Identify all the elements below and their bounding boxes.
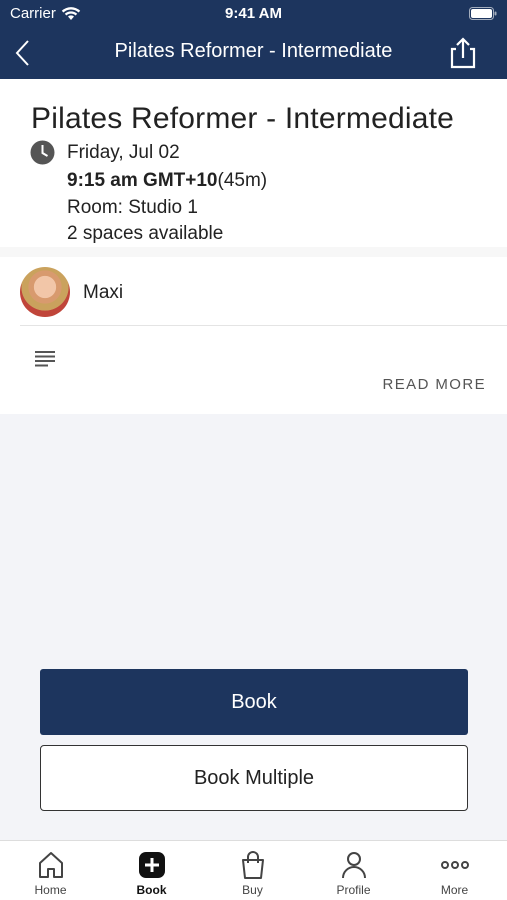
class-time-row: 9:15 am GMT+10(45m) xyxy=(67,170,267,192)
read-more-link[interactable]: READ MORE xyxy=(383,376,486,393)
section-divider xyxy=(0,247,507,257)
tab-buy[interactable]: Buy xyxy=(202,841,303,900)
person-icon xyxy=(341,852,366,879)
tab-bar: Home Book Buy Profile More xyxy=(0,840,507,900)
tab-label: Book xyxy=(136,883,167,897)
back-button[interactable] xyxy=(8,36,40,70)
class-room: Room: Studio 1 xyxy=(67,197,198,218)
book-button[interactable]: Book xyxy=(40,669,468,735)
tab-label: Buy xyxy=(242,883,263,897)
book-multiple-button[interactable]: Book Multiple xyxy=(40,745,468,811)
class-duration: (45m) xyxy=(217,170,268,191)
nav-title: Pilates Reformer - Intermediate xyxy=(114,40,393,62)
more-dots-icon xyxy=(440,861,469,869)
tab-label: More xyxy=(440,883,469,897)
class-title: Pilates Reformer - Intermediate xyxy=(31,102,455,135)
tab-profile[interactable]: Profile xyxy=(303,841,404,900)
tab-home[interactable]: Home xyxy=(0,841,101,900)
divider xyxy=(20,325,507,326)
class-detail-card: Pilates Reformer - Intermediate Friday, … xyxy=(0,79,507,247)
tab-label: Home xyxy=(34,883,67,897)
tab-book[interactable]: Book xyxy=(101,841,202,900)
spaces-available: 2 spaces available xyxy=(67,223,224,244)
shopping-bag-icon xyxy=(241,851,264,879)
nav-bar: Pilates Reformer - Intermediate xyxy=(0,28,507,79)
instructor-name[interactable]: Maxi xyxy=(83,282,123,304)
class-time: 9:15 am GMT+10 xyxy=(67,170,218,191)
share-button[interactable] xyxy=(447,36,479,70)
battery-icon xyxy=(469,7,497,20)
clock-icon xyxy=(30,140,55,165)
tab-label: Profile xyxy=(336,883,371,897)
instructor-section: Maxi READ MORE xyxy=(0,257,507,414)
text-lines-icon xyxy=(35,351,55,367)
plus-square-icon xyxy=(138,852,165,878)
app-header: Carrier 9:41 AM Pilates Reformer - Inter… xyxy=(0,0,507,79)
status-time: 9:41 AM xyxy=(225,5,282,22)
tab-more[interactable]: More xyxy=(404,841,505,900)
status-bar: Carrier 9:41 AM xyxy=(0,0,507,28)
chevron-left-icon xyxy=(15,40,29,66)
home-icon xyxy=(38,852,63,878)
share-icon xyxy=(450,37,476,69)
instructor-avatar[interactable] xyxy=(20,267,70,317)
class-date: Friday, Jul 02 xyxy=(67,142,180,163)
